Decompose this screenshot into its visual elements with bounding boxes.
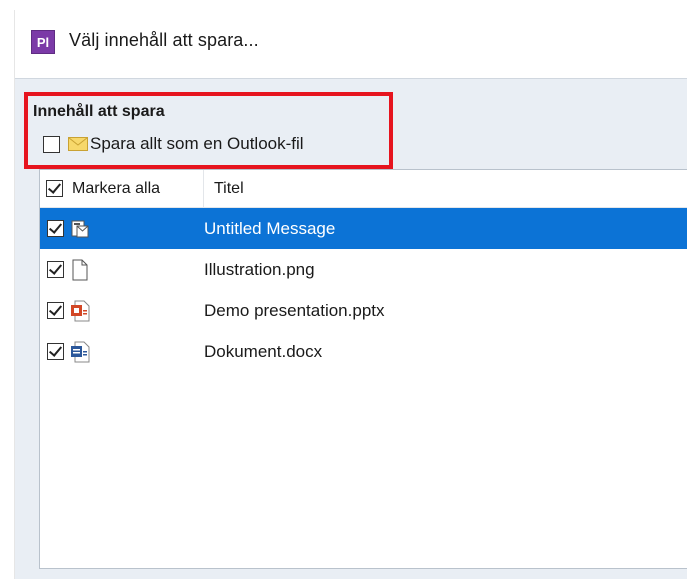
item-title: Demo presentation.pptx <box>204 300 385 320</box>
onenote-app-icon: Pl <box>31 30 55 54</box>
save-content-dialog: Pl Välj innehåll att spara... Innehåll a… <box>14 10 687 579</box>
envelope-icon <box>68 137 88 151</box>
select-all-label: Markera alla <box>72 179 161 197</box>
list-header: Markera alla Titel <box>40 170 687 208</box>
powerpoint-file-icon <box>71 300 90 321</box>
content-panel: Innehåll att spara Spara allt som en Out… <box>15 78 687 579</box>
save-as-outlook-option[interactable]: Spara allt som en Outlook-fil <box>43 132 304 156</box>
item-checkbox[interactable] <box>47 302 64 319</box>
list-item[interactable]: Untitled Message <box>40 208 687 249</box>
save-as-outlook-label: Spara allt som en Outlook-fil <box>90 134 304 153</box>
title-column-header[interactable]: Titel <box>214 180 244 198</box>
list-rows: Untitled Message Illustration.png Demo p… <box>40 208 687 372</box>
item-title: Illustration.png <box>204 259 315 279</box>
blank-file-icon <box>72 259 88 280</box>
list-item[interactable]: Illustration.png <box>40 249 687 290</box>
word-file-icon <box>71 341 90 362</box>
content-list: Markera alla Titel Untitled Message Illu… <box>39 169 687 569</box>
list-item[interactable]: Dokument.docx <box>40 331 687 372</box>
dialog-title: Välj innehåll att spara... <box>69 30 259 50</box>
section-label: Innehåll att spara <box>33 103 165 120</box>
item-title: Untitled Message <box>204 218 336 238</box>
email-message-icon <box>71 220 89 237</box>
dialog-titlebar: Pl Välj innehåll att spara... <box>15 10 687 76</box>
item-checkbox[interactable] <box>47 220 64 237</box>
list-item[interactable]: Demo presentation.pptx <box>40 290 687 331</box>
save-as-outlook-checkbox[interactable] <box>43 135 60 153</box>
item-checkbox[interactable] <box>47 343 64 360</box>
item-checkbox[interactable] <box>47 261 64 278</box>
select-all-header[interactable]: Markera alla <box>40 170 204 207</box>
select-all-checkbox[interactable] <box>46 180 63 197</box>
item-title: Dokument.docx <box>204 341 323 361</box>
